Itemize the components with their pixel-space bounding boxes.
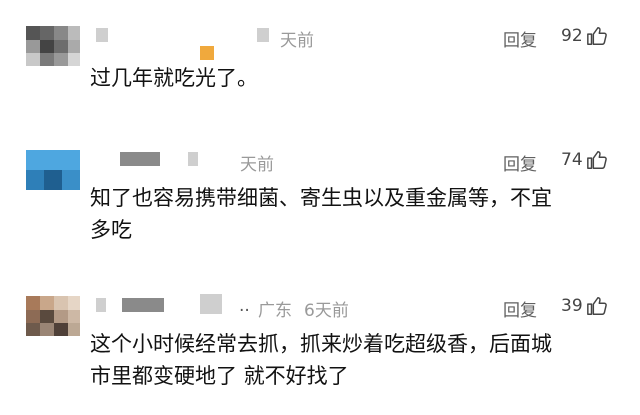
comment-meta: .. 广东 6天前	[92, 294, 512, 322]
username-redacted[interactable]	[96, 298, 106, 312]
comment-item: .. 广东 6天前 回复 39 这个小时候经常去抓，抓来炒着吃超级香，后面城 市…	[0, 288, 640, 415]
comment-text: 知了也容易携带细菌、寄生虫以及重金属等，不宜 多吃	[90, 182, 552, 246]
comment-text-line: 这个小时候经常去抓，抓来炒着吃超级香，后面城	[90, 332, 552, 356]
comment-prefix: ..	[239, 296, 250, 316]
username-redacted	[257, 28, 269, 42]
comment-item: 天前 回复 92 过几年就吃光了。	[0, 18, 640, 118]
reply-button[interactable]: 回复	[503, 296, 537, 321]
user-badge	[200, 46, 214, 60]
avatar[interactable]	[26, 296, 80, 336]
like-count: 74	[561, 150, 583, 170]
avatar[interactable]	[26, 150, 80, 190]
thumbs-up-icon[interactable]	[586, 149, 608, 171]
comment-time: 天前	[280, 31, 314, 51]
username-redacted[interactable]	[120, 152, 160, 166]
comment-text-line: 市里都变硬地了 就不好找了	[90, 364, 349, 388]
comment-text: 过几年就吃光了。	[90, 62, 258, 94]
reply-button[interactable]: 回复	[503, 26, 537, 51]
thumbs-up-icon[interactable]	[586, 295, 608, 317]
like-count: 92	[561, 26, 583, 46]
comment-time: 天前	[240, 155, 274, 175]
comment-text-line: 多吃	[90, 218, 132, 242]
like-count: 39	[561, 296, 583, 316]
username-redacted	[200, 294, 222, 314]
username-redacted[interactable]	[122, 298, 164, 312]
reply-button[interactable]: 回复	[503, 150, 537, 175]
thumbs-up-icon[interactable]	[586, 25, 608, 47]
comment-text-line: 过几年就吃光了。	[90, 66, 258, 90]
comment-time: 6天前	[304, 301, 349, 321]
username-redacted[interactable]	[96, 28, 108, 42]
comment-text-line: 知了也容易携带细菌、寄生虫以及重金属等，不宜	[90, 186, 552, 210]
comment-text: 这个小时候经常去抓，抓来炒着吃超级香，后面城 市里都变硬地了 就不好找了	[90, 328, 552, 392]
comment-meta: 天前	[92, 24, 512, 60]
avatar[interactable]	[26, 26, 80, 66]
comment-item: 天前 回复 74 知了也容易携带细菌、寄生虫以及重金属等，不宜 多吃	[0, 142, 640, 270]
comment-meta: 天前	[92, 148, 512, 176]
comment-location: 广东	[258, 301, 292, 321]
username-redacted	[188, 152, 198, 166]
